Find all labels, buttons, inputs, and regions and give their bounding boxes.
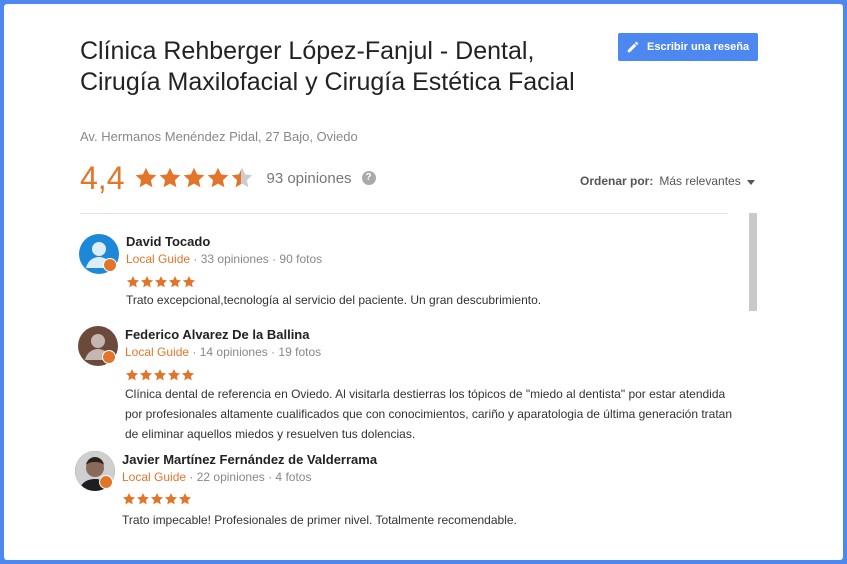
local-guide-badge-icon [103,258,117,272]
review-meta-counts: · 33 opiniones · 90 fotos [190,252,323,266]
star-half-icon [232,167,253,188]
star-icon [154,276,168,288]
local-guide-badge-icon [99,475,113,489]
star-icon [178,493,192,505]
review-count[interactable]: 93 opiniones [266,170,351,187]
star-icon [150,493,164,505]
review-author[interactable]: David Tocado [126,234,210,249]
rating-score: 4,4 [80,160,125,196]
star-icon [139,369,153,381]
write-review-button[interactable]: Escribir una reseña [618,33,758,61]
star-icon [153,369,167,381]
sort-value: Más relevantes [659,174,741,188]
local-guide-label: Local Guide [126,252,191,266]
review-text: Trato impecable! Profesionales de primer… [122,513,517,527]
star-icon [181,369,195,381]
review-meta-counts: · 22 opiniones · 4 fotos [186,470,312,484]
star-icon [164,493,178,505]
review-author[interactable]: Javier Martínez Fernández de Valderrama [122,452,377,467]
star-icon [122,493,136,505]
review-stars [126,275,196,289]
pencil-icon [627,41,639,53]
star-icon [136,493,150,505]
business-title: Clínica Rehberger López-Fanjul - Dental,… [80,37,575,96]
star-icon [182,276,196,288]
rating-stars [134,166,254,190]
business-address: Av. Hermanos Menéndez Pidal, 27 Bajo, Ov… [80,129,358,144]
local-guide-label: Local Guide [125,345,190,359]
review-stars [125,368,195,382]
local-guide-label: Local Guide [122,470,187,484]
sort-dropdown[interactable]: Ordenar por: Más relevantes [580,174,755,188]
review-text: Clínica dental de referencia en Oviedo. … [125,387,733,441]
star-icon [168,276,182,288]
review-meta: Local Guide · 22 opiniones · 4 fotos [122,470,311,484]
reviews-panel: Clínica Rehberger López-Fanjul - Dental,… [4,4,843,560]
star-icon [184,167,205,188]
star-icon [125,369,139,381]
rating-summary: 4,4 93 opiniones ? [80,160,376,196]
help-icon[interactable]: ? [361,171,376,185]
write-review-label: Escribir una reseña [647,41,750,53]
local-guide-badge-icon [102,350,116,364]
star-icon [160,167,181,188]
review-meta: Local Guide · 33 opiniones · 90 fotos [126,252,322,266]
review-author[interactable]: Federico Alvarez De la Ballina [125,327,309,342]
caret-down-icon [746,179,755,185]
review-text: Trato excepcional,tecnología al servicio… [126,293,542,307]
star-icon [140,276,154,288]
star-icon [167,369,181,381]
review-stars [122,492,192,506]
divider [80,213,728,214]
star-icon [208,167,229,188]
sort-label: Ordenar por: [580,174,654,188]
star-icon [126,276,140,288]
star-icon [136,167,157,188]
review-meta-counts: · 14 opiniones · 19 fotos [189,345,322,359]
review-meta: Local Guide · 14 opiniones · 19 fotos [125,345,321,359]
scrollbar[interactable] [749,213,757,311]
